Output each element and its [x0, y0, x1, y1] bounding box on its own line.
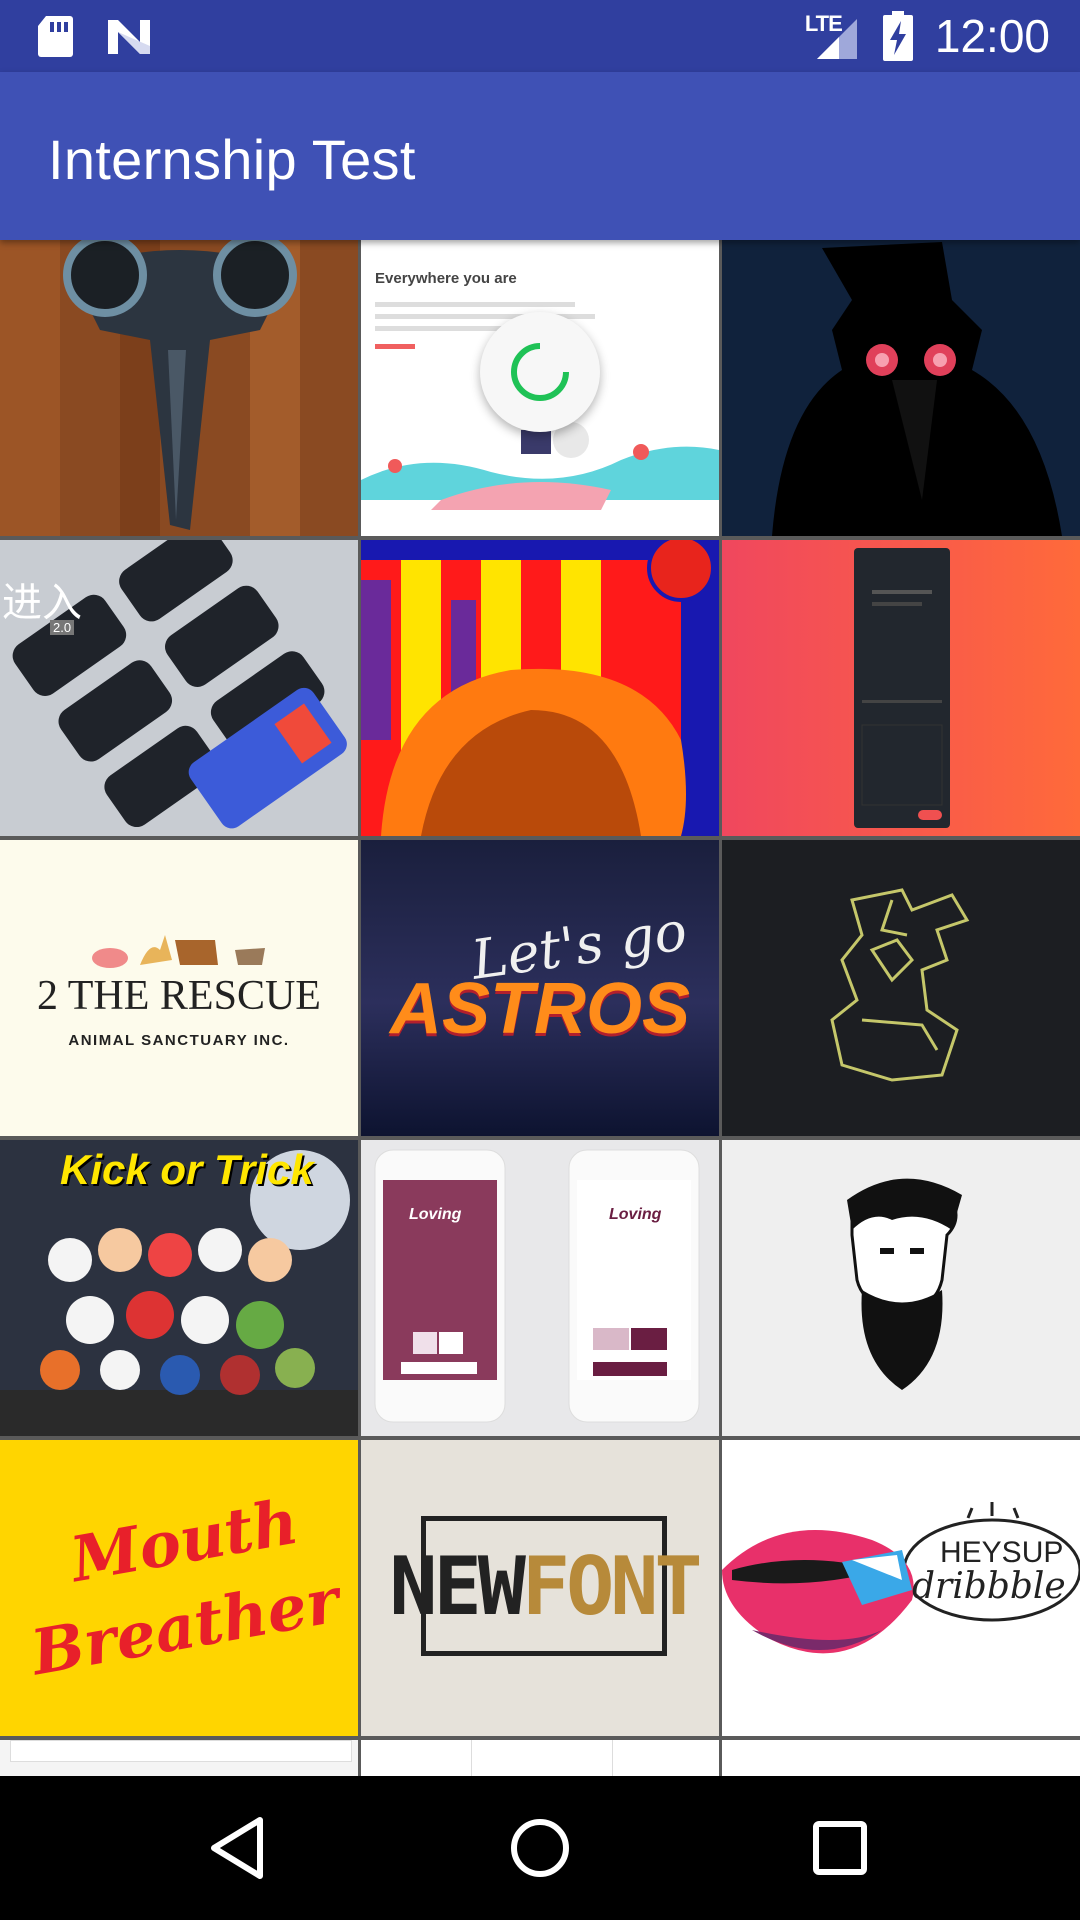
status-left-icons [36, 14, 152, 58]
tile-badge: 2.0 [50, 620, 75, 635]
tile-subheading: dribbble [912, 1566, 1066, 1607]
tile-heading: Everywhere you are [375, 270, 517, 287]
partial-card [10, 1740, 352, 1762]
app-title: Internship Test [48, 128, 416, 191]
grid-tile-line-art-figure[interactable] [722, 840, 1080, 1136]
grid-tile-partial-1[interactable] [0, 1740, 358, 1776]
home-icon[interactable] [500, 1808, 580, 1888]
grid-tile-newfont[interactable]: NEW FONT [361, 1440, 719, 1736]
tile-heading: HEYSUP [940, 1536, 1064, 1569]
grid-tile-bearded-man[interactable] [722, 1140, 1080, 1436]
grid-tile-plague-silhouette[interactable] [722, 240, 1080, 536]
image-grid[interactable]: Everywhere you are 进入 2.0 2 THE RESCUE A… [0, 240, 1080, 1776]
grid-tile-kale-pop-art[interactable] [361, 540, 719, 836]
notification-n-icon [108, 20, 150, 54]
grid-tile-mouth-breather[interactable]: Mouth Breather [0, 1440, 358, 1736]
grid-tile-astros-lettering[interactable]: Let's go ASTROS [361, 840, 719, 1136]
navigation-bar [0, 1776, 1080, 1920]
grid-tile-kick-or-trick[interactable]: Kick or Trick [0, 1140, 358, 1436]
signal-icon: LTE [805, 11, 861, 61]
partial-phone [471, 1740, 613, 1776]
grid-tile-phone-mockups[interactable]: 进入 2.0 [0, 540, 358, 836]
grid-tile-heysup-dribbble[interactable]: HEYSUP dribbble [722, 1440, 1080, 1736]
grid-tile-partial-3[interactable] [722, 1740, 1080, 1776]
app-bar: Internship Test [0, 72, 1080, 240]
tile-subheading: ANIMAL SANCTUARY INC. [68, 1032, 290, 1049]
spinner-icon [511, 343, 569, 401]
tile-subheading: Breather [26, 1563, 345, 1690]
grid-tile-loving-app[interactable]: Loving Loving [361, 1140, 719, 1436]
tile-subheading: FONT [521, 1539, 703, 1633]
sd-card-icon [38, 16, 73, 57]
battery-charging-icon [882, 11, 913, 61]
status-bar: LTE 12:00 [0, 0, 1080, 72]
grid-tile-plague-mask-photo[interactable] [0, 240, 358, 536]
tile-heading-2: Loving [609, 1206, 662, 1223]
back-icon[interactable] [200, 1808, 280, 1888]
tile-heading: Kick or Trick [60, 1146, 314, 1193]
status-right-icons: LTE 12:00 [805, 6, 1050, 66]
newfont-frame: NEW FONT [389, 1516, 703, 1656]
loading-indicator [480, 312, 600, 432]
tile-subheading: ASTROS [389, 969, 691, 1049]
tile-heading: 2 THE RESCUE [37, 973, 321, 1019]
tile-heading: Loving [409, 1206, 462, 1223]
grid-tile-mobile-app-dark[interactable] [722, 540, 1080, 836]
grid-tile-partial-2[interactable] [361, 1740, 719, 1776]
tile-heading: NEW [389, 1539, 525, 1633]
recents-icon[interactable] [800, 1808, 880, 1888]
status-time: 12:00 [934, 10, 1050, 62]
grid-tile-animal-rescue-logo[interactable]: 2 THE RESCUE ANIMAL SANCTUARY INC. [0, 840, 358, 1136]
